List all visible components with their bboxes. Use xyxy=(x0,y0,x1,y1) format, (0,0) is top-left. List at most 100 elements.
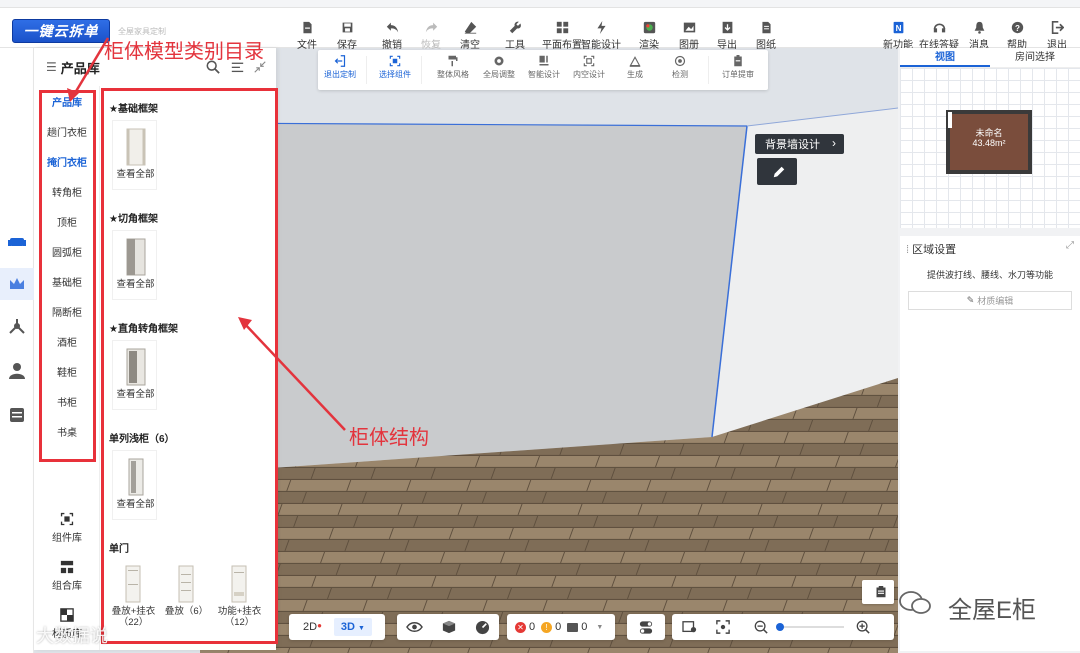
wechat-icon xyxy=(898,590,932,616)
svg-text:?: ? xyxy=(1015,24,1020,33)
export-icon xyxy=(722,21,732,34)
gauge-icon[interactable] xyxy=(475,620,490,635)
edit-pencil-button[interactable] xyxy=(757,158,797,185)
smart-design-button[interactable]: 智能设计 xyxy=(578,21,624,51)
expand-icon[interactable]: ⤢ xyxy=(1066,240,1074,251)
select-component-icon xyxy=(389,55,401,67)
wrench-icon xyxy=(509,21,521,34)
file-button[interactable]: 文件 xyxy=(287,21,327,51)
new-feature-icon: N xyxy=(893,21,903,34)
cabinet-icon[interactable] xyxy=(8,406,26,424)
overall-style-button[interactable]: 整体风格 xyxy=(433,55,473,80)
save-button[interactable]: 保存 xyxy=(327,21,367,51)
inner-space-icon xyxy=(583,55,595,67)
structure-highlight-box xyxy=(101,88,278,644)
eye-icon[interactable] xyxy=(406,621,424,633)
new-feature-button[interactable]: N 新功能 xyxy=(878,21,918,51)
wall-design-button[interactable]: 背景墙设计 › xyxy=(755,134,844,154)
clear-button[interactable]: 清空 xyxy=(450,21,490,51)
undo-button[interactable]: 撤销 xyxy=(372,21,412,51)
bell-icon xyxy=(974,21,984,34)
status-group[interactable]: ✕ 0 ! 0 0 ▼ xyxy=(507,614,615,640)
mode-3d-label: 3D xyxy=(340,621,355,633)
category-highlight-box xyxy=(39,90,96,462)
clipboard-icon xyxy=(876,586,886,598)
check-button[interactable]: 检测 xyxy=(660,55,700,80)
component-lib-icon xyxy=(60,512,74,526)
component-lib-button[interactable]: 组件库 xyxy=(44,512,90,544)
record-dot-icon: ● xyxy=(317,621,322,630)
room-area: 43.48m² xyxy=(972,138,1006,148)
custom-floating-toolbar: 退出定制 选择组件 整体风格 全局调整 智能设计 内空设计 生成 检测 订单提审 xyxy=(318,50,768,90)
sofa-icon[interactable] xyxy=(8,232,26,250)
area-description: 提供波打线、腰线、水刀等功能 xyxy=(926,270,1053,280)
generate-label: 生成 xyxy=(627,70,643,79)
export-button[interactable]: 导出 xyxy=(707,21,747,51)
zoom-slider[interactable] xyxy=(776,623,844,631)
redo-label: 恢复 xyxy=(421,40,441,51)
generate-icon xyxy=(629,56,641,67)
cube-icon[interactable] xyxy=(442,620,456,634)
clipboard-button[interactable] xyxy=(862,580,894,604)
redo-button[interactable]: 恢复 xyxy=(411,21,451,51)
mode-2d-button[interactable]: 2D● xyxy=(303,621,322,633)
room-name: 未命名 xyxy=(975,128,1003,138)
global-adjust-label: 全局调整 xyxy=(483,70,515,79)
warning-icon: ! xyxy=(541,621,553,633)
room-shape[interactable]: 未命名 43.48m² xyxy=(946,110,1032,174)
caret-down-icon: ▼ xyxy=(358,625,365,632)
tools-button[interactable]: 工具 xyxy=(495,21,535,51)
material-edit-button[interactable]: ✎ 材质编辑 xyxy=(908,291,1072,310)
redo-icon xyxy=(425,22,437,33)
camera-settings-icon[interactable] xyxy=(682,620,698,634)
error-icon: ✕ xyxy=(515,621,526,633)
order-icon xyxy=(734,55,742,67)
smart-design-tool-button[interactable]: 智能设计 xyxy=(524,55,564,80)
drawing-button[interactable]: 图纸 xyxy=(746,21,786,51)
album-button[interactable]: 图册 xyxy=(669,21,709,51)
messages-button[interactable]: 消息 xyxy=(959,21,999,51)
error-count: 0 xyxy=(529,621,536,633)
clear-label: 清空 xyxy=(460,40,480,51)
structure-icon[interactable] xyxy=(8,318,26,336)
save-label: 保存 xyxy=(337,40,357,51)
zoom-in-icon[interactable] xyxy=(856,620,870,634)
global-adjust-button[interactable]: 全局调整 xyxy=(479,55,519,80)
exit-custom-button[interactable]: 退出定制 xyxy=(320,55,360,80)
camera-group xyxy=(672,614,894,640)
select-component-button[interactable]: 选择组件 xyxy=(375,55,415,80)
help-button[interactable]: ? 帮助 xyxy=(997,21,1037,51)
area-settings-title: ⁞ 区域设置 xyxy=(906,244,957,256)
toggle-icon[interactable] xyxy=(639,620,653,635)
tab-room-select[interactable]: 房间选择 xyxy=(990,48,1080,67)
render-button[interactable]: 渲染 xyxy=(629,21,669,51)
inner-space-button[interactable]: 内空设计 xyxy=(569,55,609,80)
pencil-small-icon: ✎ xyxy=(966,295,975,305)
tab-view[interactable]: 视图 xyxy=(900,48,990,67)
zoom-out-icon[interactable] xyxy=(754,620,768,634)
list-icon: ☰ xyxy=(46,60,57,74)
help-icon: ? xyxy=(1011,21,1023,34)
svg-text:N: N xyxy=(895,24,901,33)
app-logo: 一键云拆单 xyxy=(12,19,110,43)
save-icon xyxy=(342,22,352,33)
check-icon xyxy=(674,55,686,67)
file-icon xyxy=(302,21,312,34)
combo-lib-icon xyxy=(60,560,74,574)
headset-icon xyxy=(933,23,945,33)
zoom-slider-handle[interactable] xyxy=(776,623,784,631)
online-qa-button[interactable]: 在线答疑 xyxy=(917,21,961,51)
combo-lib-button[interactable]: 组合库 xyxy=(44,560,90,592)
logout-button[interactable]: 退出 xyxy=(1037,21,1077,51)
warning-count: 0 xyxy=(555,621,562,633)
generate-button[interactable]: 生成 xyxy=(615,55,655,80)
order-review-button[interactable]: 订单提审 xyxy=(718,55,758,80)
eraser-icon xyxy=(464,21,476,34)
mode-3d-button[interactable]: 3D ▼ xyxy=(333,618,372,636)
user-icon[interactable] xyxy=(8,362,26,380)
album-icon xyxy=(683,22,695,33)
fit-view-icon[interactable] xyxy=(716,620,730,634)
floorplan-label: 平面布置 xyxy=(542,40,582,51)
area-title-text: 区域设置 xyxy=(912,244,957,256)
custom-cabinet-rail-item[interactable] xyxy=(0,268,34,300)
